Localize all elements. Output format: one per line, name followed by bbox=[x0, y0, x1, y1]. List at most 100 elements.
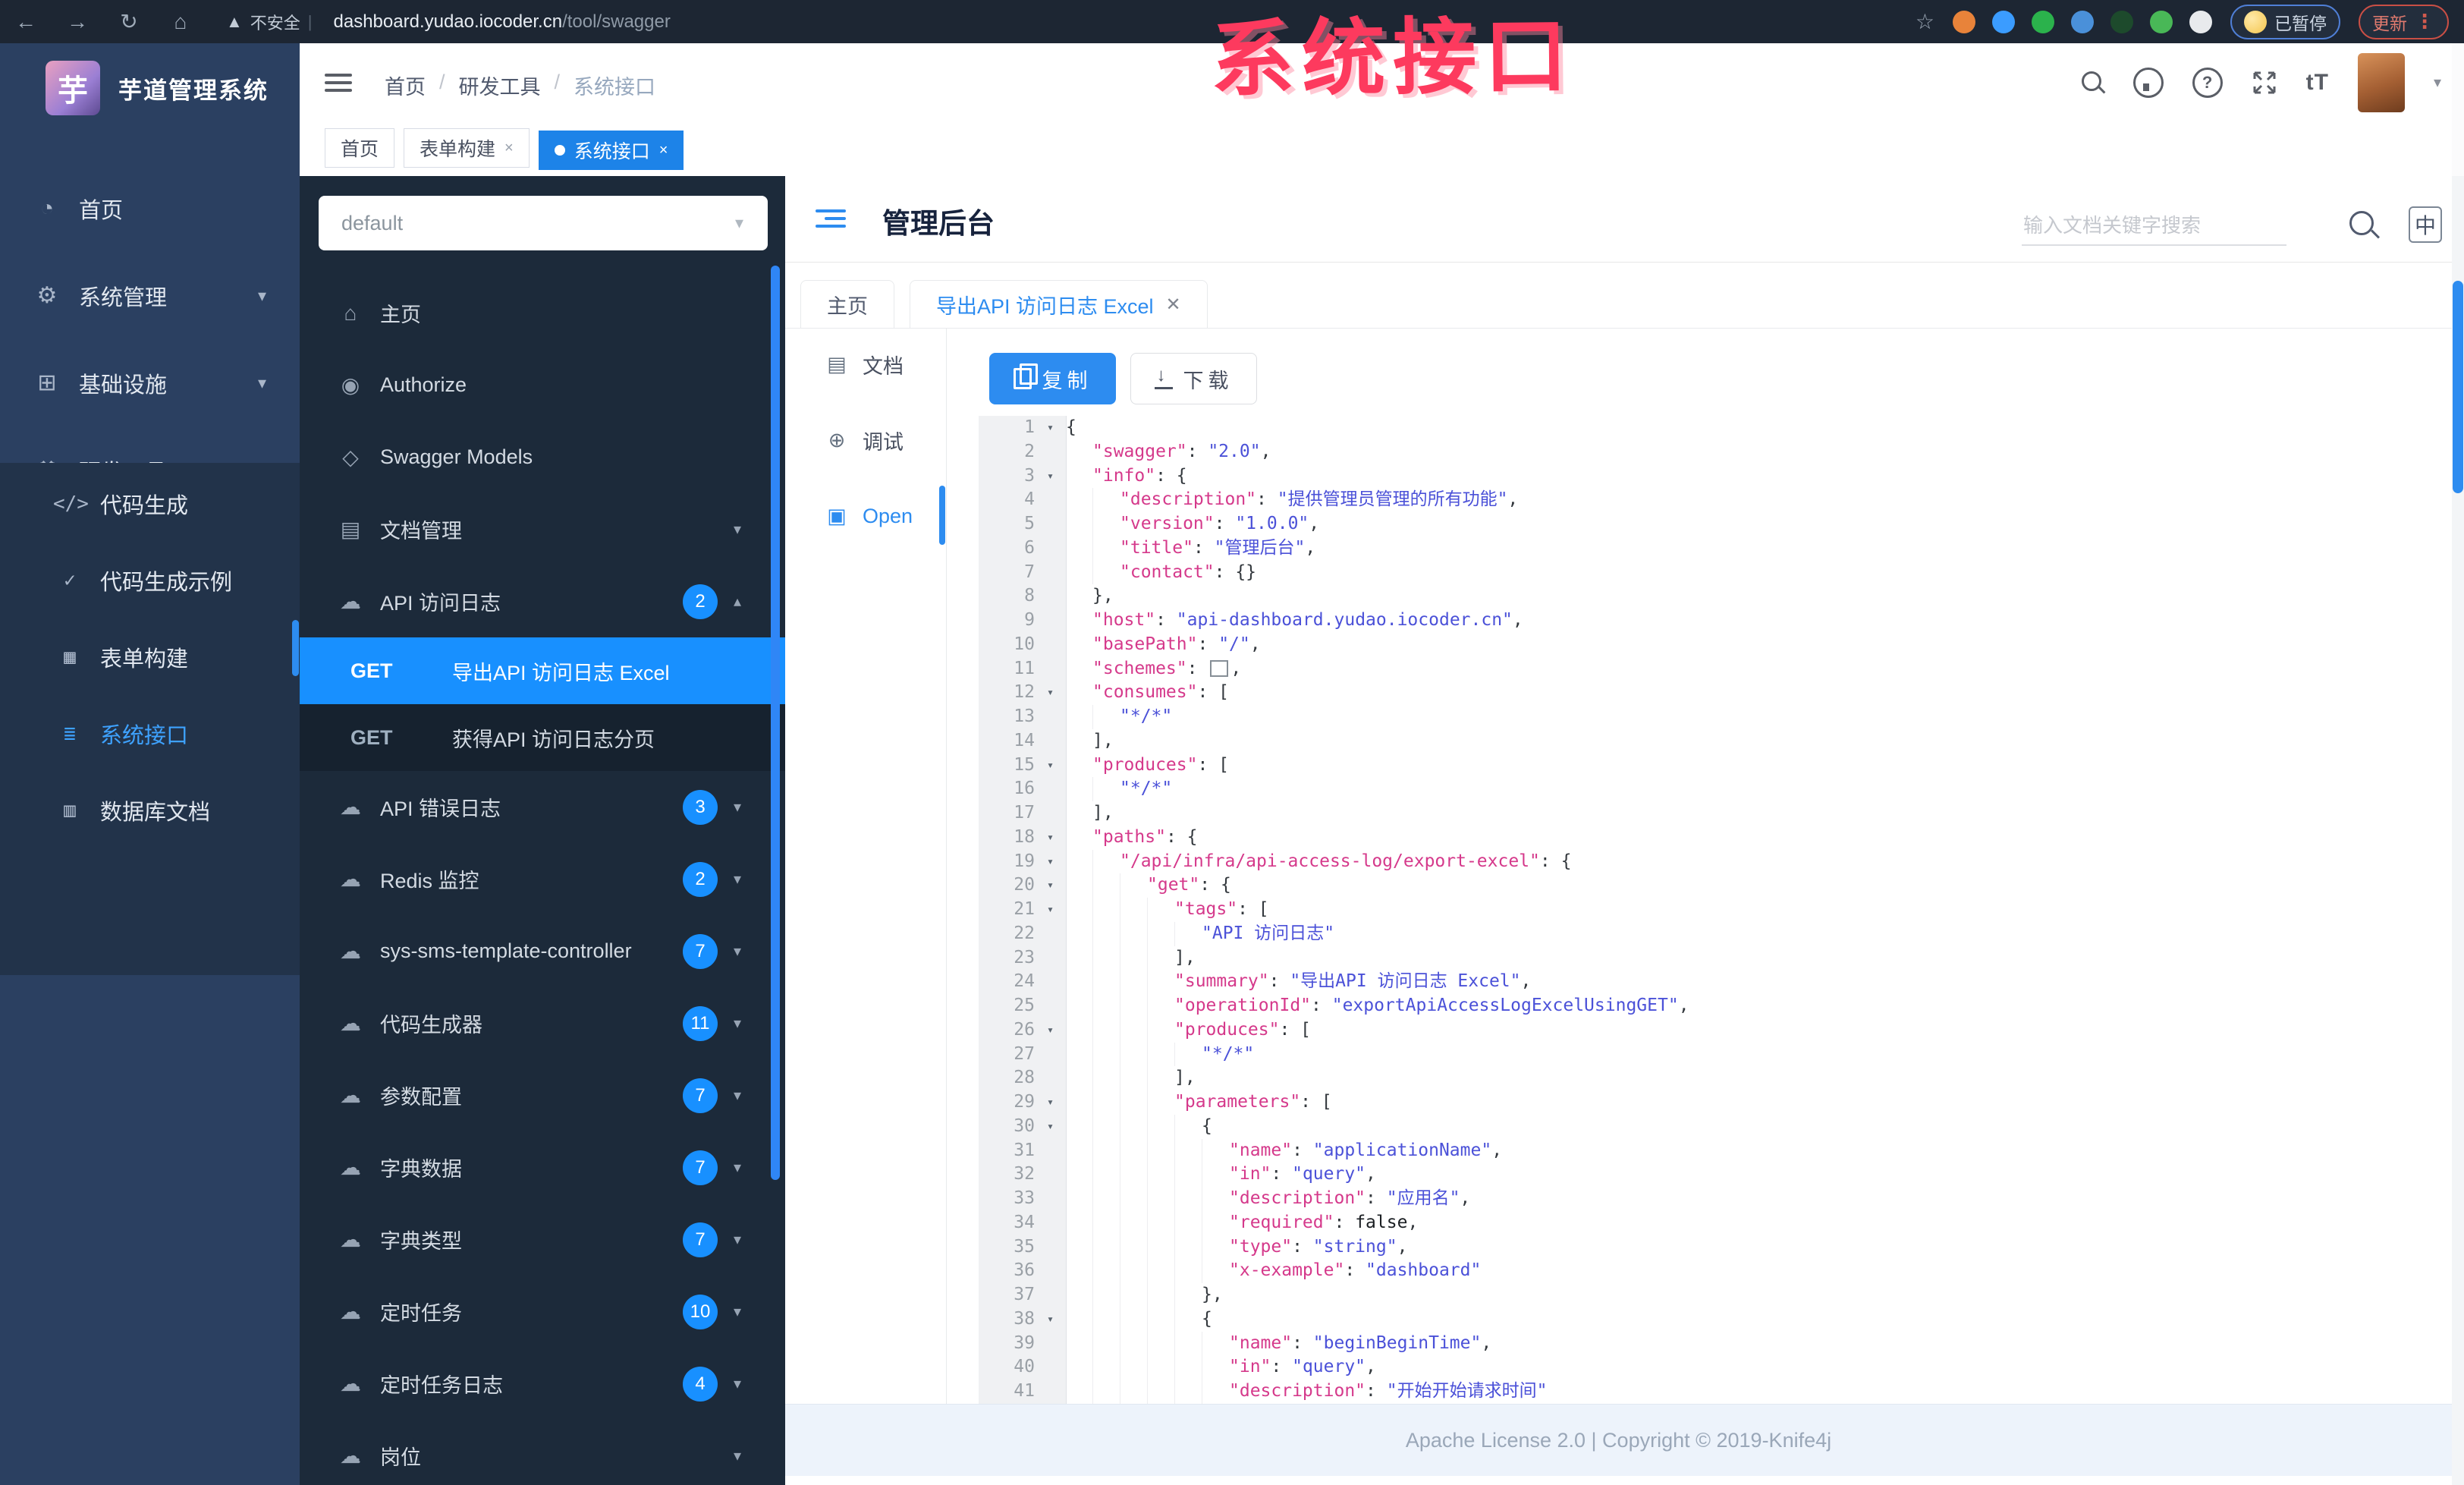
line-number: 38 bbox=[1014, 1308, 1035, 1329]
api-group-item[interactable]: ☁ sys-sms-template-controller 7 ▾ bbox=[300, 915, 785, 987]
page-scrollbar-thumb[interactable] bbox=[2453, 281, 2463, 493]
indent-guide bbox=[1066, 1163, 1092, 1187]
home-icon[interactable]: ⌂ bbox=[155, 10, 206, 34]
chevron-down-icon[interactable]: ▾ bbox=[2434, 73, 2441, 92]
json-code-editor[interactable]: 1 ▾{2 "swagger": "2.0", 3 ▾ "info": {4 "descri… bbox=[979, 416, 2452, 1404]
update-badge[interactable]: 更新 ⋮ bbox=[2359, 4, 2449, 39]
close-icon[interactable]: × bbox=[659, 142, 668, 159]
doc-search-icon[interactable] bbox=[2349, 211, 2374, 235]
sidebar-subitem[interactable]: </> 代码生成 bbox=[0, 465, 300, 542]
sidebar-subitem[interactable]: ▥ 数据库文档 bbox=[0, 772, 300, 848]
forward-icon[interactable]: → bbox=[52, 10, 103, 34]
font-size-icon[interactable]: tT bbox=[2306, 70, 2329, 96]
indent-guide bbox=[1120, 1042, 1147, 1067]
sidebar-item[interactable]: ⊞ 基础设施 ▾ bbox=[0, 339, 300, 426]
browser-menu-icon[interactable]: ⋮ bbox=[2415, 10, 2435, 33]
api-group-item[interactable]: ☁ 参数配置 7 ▾ bbox=[300, 1059, 785, 1131]
copy-button[interactable]: 复制 bbox=[989, 353, 1116, 404]
indent-guide bbox=[1066, 1235, 1092, 1260]
api-group-item[interactable]: ☁ 字典类型 7 ▾ bbox=[300, 1203, 785, 1276]
api-group-item[interactable]: ☁ Redis 监控 2 ▾ bbox=[300, 843, 785, 915]
api-link-item[interactable]: ◉ Authorize bbox=[300, 349, 785, 421]
sidebar-subitem[interactable]: ▦ 表单构建 bbox=[0, 618, 300, 695]
api-link-item[interactable]: ◇ Swagger Models bbox=[300, 421, 785, 493]
api-group-item[interactable]: ☁ 岗位 ▾ bbox=[300, 1420, 785, 1485]
group-select[interactable]: default ▾ bbox=[319, 196, 768, 250]
chevron-down-icon: ▾ bbox=[257, 373, 266, 392]
logo-row[interactable]: 芋 芋道管理系统 bbox=[0, 54, 300, 122]
doc-side-item-文档[interactable]: ▤ 文档 bbox=[785, 326, 946, 402]
token: : bbox=[1197, 634, 1219, 654]
api-group-item[interactable]: ☁ 代码生成器 11 ▾ bbox=[300, 987, 785, 1059]
code-text: "/api/infra/api-access-log/export-excel"… bbox=[1066, 849, 1571, 874]
indent-guide bbox=[1066, 1355, 1092, 1380]
back-icon[interactable]: ← bbox=[0, 10, 52, 34]
extension-orange-icon[interactable] bbox=[1953, 10, 1975, 33]
language-icon[interactable]: 中 bbox=[2409, 206, 2443, 243]
indent-guide bbox=[1092, 1235, 1120, 1260]
indent-guide bbox=[1147, 1307, 1174, 1332]
doc-tab[interactable]: 导出API 访问日志 Excel ✕ bbox=[910, 280, 1208, 328]
page-scrollbar[interactable] bbox=[2452, 176, 2464, 1485]
search-icon[interactable] bbox=[2081, 71, 2106, 94]
sidebar-subitem[interactable]: ✓ 代码生成示例 bbox=[0, 542, 300, 618]
breadcrumb-item[interactable]: 首页 bbox=[385, 71, 426, 100]
breadcrumb-item[interactable]: 研发工具 bbox=[459, 71, 541, 100]
api-link-item[interactable]: ⌂ 主页 bbox=[300, 277, 785, 349]
api-group-item[interactable]: ☁ 定时任务 10 ▾ bbox=[300, 1276, 785, 1348]
close-icon[interactable]: × bbox=[504, 140, 514, 157]
code-line: 26 ▾ "produces": [ bbox=[979, 1018, 2452, 1043]
site-info[interactable]: ▲ 不安全 bbox=[226, 10, 300, 34]
close-icon[interactable]: ✕ bbox=[1166, 294, 1181, 316]
indent-guide bbox=[1147, 1163, 1174, 1187]
api-group-item[interactable]: ☁ 定时任务日志 4 ▾ bbox=[300, 1348, 785, 1420]
doc-menu-icon[interactable] bbox=[816, 205, 846, 231]
address-bar[interactable]: dashboard.yudao.iocoder.cn/tool/swagger bbox=[334, 11, 671, 33]
api-operation-item[interactable]: GET 导出API 访问日志 Excel bbox=[300, 637, 785, 704]
extension-dark-green-icon[interactable] bbox=[2110, 10, 2133, 33]
tags-view-tab[interactable]: 系统接口 × bbox=[538, 131, 684, 170]
lock-icon: ◉ bbox=[341, 373, 360, 397]
collapse-menu-icon[interactable] bbox=[325, 69, 352, 95]
api-group-item[interactable]: ☁ API 访问日志 2 ▴ bbox=[300, 565, 785, 637]
line-number: 20 bbox=[1014, 875, 1035, 895]
api-group-item[interactable]: ▤ 文档管理 ▾ bbox=[300, 493, 785, 565]
api-group-item[interactable]: ☁ 字典数据 7 ▾ bbox=[300, 1131, 785, 1203]
tags-view-tab[interactable]: 表单构建 × bbox=[404, 128, 530, 168]
extension-green-leaf-icon[interactable] bbox=[2150, 10, 2173, 33]
github-icon[interactable] bbox=[2132, 67, 2164, 98]
api-operation-item[interactable]: GET 获得API 访问日志分页 bbox=[300, 704, 785, 771]
help-icon[interactable]: ? bbox=[2192, 67, 2223, 98]
indent-guide bbox=[1066, 1066, 1092, 1090]
indent-guide bbox=[1120, 1114, 1147, 1139]
doc-side-item-open[interactable]: ▣ Open bbox=[785, 478, 946, 554]
sidebar-subitem[interactable]: ≣ 系统接口 bbox=[0, 695, 300, 772]
doc-side-item-调试[interactable]: ⊕ 调试 bbox=[785, 402, 946, 478]
doc-tab[interactable]: 主页 bbox=[800, 280, 894, 328]
extension-white-puzzle-icon[interactable] bbox=[2189, 10, 2212, 33]
api-panel-scrollbar[interactable] bbox=[771, 266, 780, 1180]
bookmark-star-icon[interactable]: ☆ bbox=[1916, 9, 1934, 34]
tags-view-tab[interactable]: 首页 bbox=[325, 128, 395, 168]
sidebar-item[interactable]: ◔ 首页 bbox=[0, 165, 300, 252]
download-button[interactable]: ↓ 下载 bbox=[1130, 353, 1257, 404]
doc-search-input[interactable] bbox=[2022, 206, 2286, 246]
code-line: 38 ▾ { bbox=[979, 1307, 2452, 1332]
extension-green-circle-icon[interactable] bbox=[2032, 10, 2054, 33]
code-line: 27 "*/*" bbox=[979, 1042, 2452, 1067]
reload-icon[interactable]: ↻ bbox=[103, 9, 155, 34]
fullscreen-icon[interactable] bbox=[2252, 70, 2277, 96]
avatar[interactable] bbox=[2357, 52, 2405, 112]
chevron-down-icon: ▾ bbox=[734, 1448, 742, 1465]
dashboard-icon: ◔ bbox=[39, 195, 55, 221]
token: : bbox=[1292, 1140, 1313, 1160]
paused-badge[interactable]: 已暂停 bbox=[2230, 4, 2340, 39]
token: "description" bbox=[1229, 1381, 1366, 1401]
sidebar-scrollbar[interactable] bbox=[292, 620, 299, 676]
api-group-item[interactable]: ☁ API 错误日志 3 ▾ bbox=[300, 771, 785, 843]
count-badge: 2 bbox=[683, 584, 718, 619]
indent-guide bbox=[1066, 1187, 1092, 1211]
extension-blue-drop-icon[interactable] bbox=[1992, 10, 2015, 33]
sidebar-item[interactable]: ⚙ 系统管理 ▾ bbox=[0, 252, 300, 339]
extension-blue-grid-icon[interactable] bbox=[2071, 10, 2094, 33]
